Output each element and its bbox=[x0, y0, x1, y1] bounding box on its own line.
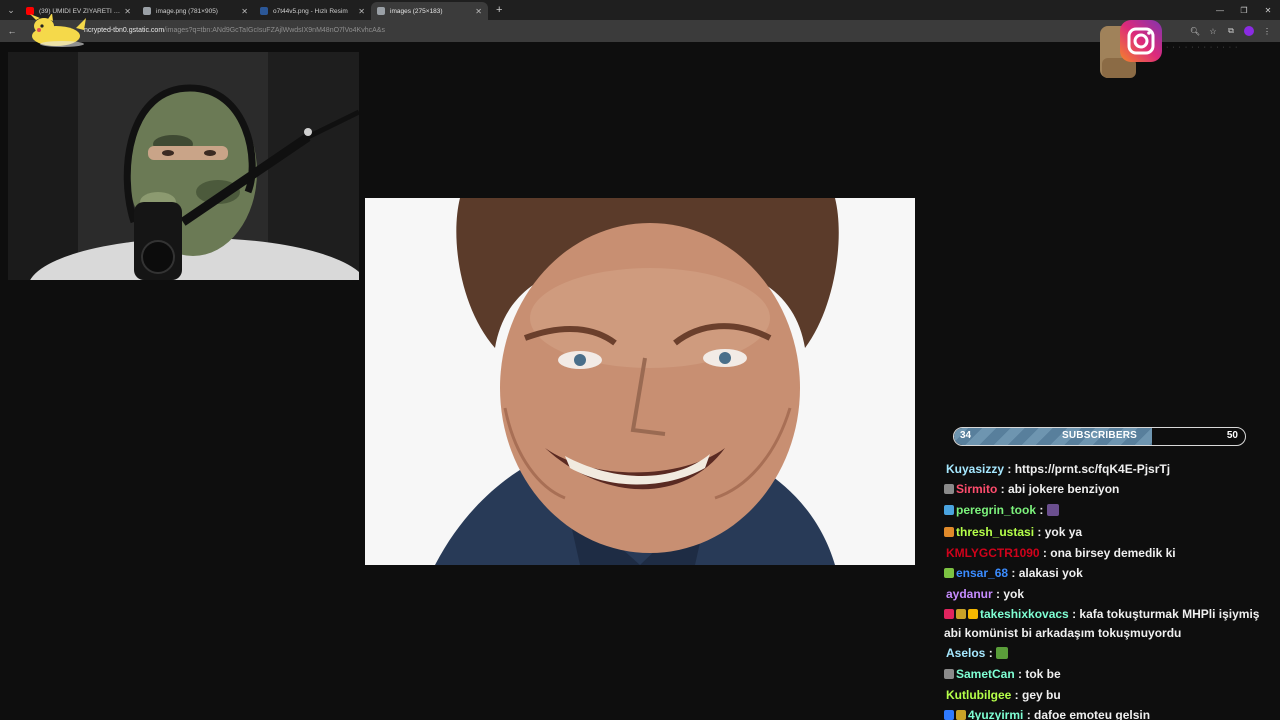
chat-username[interactable]: peregrin_took bbox=[956, 503, 1036, 517]
chat-message: peregrin_took : bbox=[944, 500, 1274, 521]
chat-message: 4yuzyirmi : dafoe emoteu gelsin bbox=[944, 705, 1274, 720]
chat-message: takeshixkovacs : kafa tokuşturmak MHPli … bbox=[944, 604, 1274, 643]
shared-screen-image bbox=[365, 198, 915, 565]
chat-badges bbox=[944, 501, 956, 521]
chat-message: Kuyasizzy : https://prnt.sc/fqK4E-PjsrTj bbox=[944, 459, 1274, 479]
chat-text: : gey bu bbox=[1011, 687, 1061, 702]
chat-text: : bbox=[1036, 503, 1047, 518]
minimize-icon[interactable]: — bbox=[1208, 0, 1232, 20]
chat-message: Kutlubilgee : gey bu bbox=[944, 685, 1274, 705]
instagram-overlay bbox=[1100, 20, 1162, 78]
tab-title: o7t44v5.png - Hızlı Resim bbox=[273, 7, 348, 15]
subscriber-goal-current: 34 bbox=[960, 430, 972, 441]
emote-icon bbox=[1046, 504, 1059, 517]
chat-message: KMLYGCTR1090 : ona birsey demedik ki bbox=[944, 543, 1274, 563]
instagram-handle: · · · · · · · · · · · · bbox=[1166, 44, 1239, 51]
browser-toolbar: ← ncrypted-tbn0.gstatic.com/images?q=tbn… bbox=[0, 20, 1280, 42]
pikachu-overlay bbox=[30, 14, 86, 47]
badge-icon bbox=[944, 526, 954, 537]
tab-close-icon[interactable]: ✕ bbox=[475, 7, 482, 16]
tab-favicon-icon bbox=[143, 7, 151, 15]
tab-favicon-icon bbox=[260, 7, 268, 15]
address-bar[interactable]: ncrypted-tbn0.gstatic.com/images?q=tbn:A… bbox=[84, 24, 1164, 38]
browser-tabstrip: ⌄ (39) ÜMİDİ EV ZİYARETİ - YouTube✕image… bbox=[0, 0, 1280, 20]
badge-icon bbox=[956, 609, 966, 620]
smiling-man-photo bbox=[365, 198, 915, 565]
chat-text: : tok be bbox=[1014, 666, 1061, 681]
subscriber-goal-target: 50 bbox=[1226, 430, 1238, 441]
webcam-feed bbox=[8, 52, 359, 280]
chat-username[interactable]: SametCan bbox=[956, 667, 1015, 681]
chat-panel: Kuyasizzy : https://prnt.sc/fqK4E-PjsrTj… bbox=[944, 459, 1274, 720]
url-path: /images?q=tbn:ANd9GcTaIGcIsuFZAjlWwdsIX9… bbox=[164, 27, 385, 34]
chat-badges bbox=[944, 480, 956, 500]
subscriber-goal-label: SUBSCRIBERS bbox=[1062, 430, 1137, 441]
badge-icon bbox=[944, 484, 954, 495]
extensions-icon[interactable]: ⧉ bbox=[1226, 24, 1236, 38]
badge-icon bbox=[956, 710, 966, 720]
browser-tab[interactable]: images (275×183) ✕ bbox=[371, 2, 488, 20]
chat-text: : yok ya bbox=[1034, 524, 1083, 539]
chat-text: : dafoe emoteu gelsin bbox=[1023, 708, 1151, 720]
bookmark-star-icon[interactable]: ☆ bbox=[1208, 24, 1218, 38]
url-host: ncrypted-tbn0.gstatic.com bbox=[84, 27, 165, 34]
chat-username[interactable]: thresh_ustasi bbox=[956, 525, 1034, 539]
browser-tab[interactable]: image.png (781×905) ✕ bbox=[137, 2, 254, 20]
chat-message: aydanur : yok bbox=[944, 584, 1274, 604]
tab-title: image.png (781×905) bbox=[156, 7, 218, 15]
tab-favicon-icon bbox=[377, 7, 385, 15]
chat-badges bbox=[944, 665, 956, 685]
new-tab-button[interactable]: + bbox=[496, 4, 502, 16]
chat-username[interactable]: 4yuzyirmi bbox=[968, 708, 1023, 720]
tab-title: images (275×183) bbox=[390, 7, 443, 15]
browser-tab[interactable]: o7t44v5.png - Hızlı Resim ✕ bbox=[254, 2, 371, 20]
zoom-icon[interactable]: 🔍︎ bbox=[1190, 24, 1200, 38]
streamer-camera-image bbox=[8, 52, 359, 280]
badge-icon bbox=[944, 710, 954, 720]
chat-username[interactable]: Aselos bbox=[946, 646, 985, 660]
emote-icon bbox=[996, 647, 1009, 660]
chat-text: : abi jokere benziyon bbox=[997, 482, 1120, 497]
badge-icon bbox=[944, 668, 954, 679]
chat-username[interactable]: aydanur bbox=[946, 587, 993, 601]
chat-message: Aselos : bbox=[944, 643, 1274, 663]
badge-icon bbox=[944, 568, 954, 579]
chat-username[interactable]: Sirmito bbox=[956, 482, 997, 496]
chat-text: : alakasi yok bbox=[1008, 566, 1083, 581]
tab-close-icon[interactable]: ✕ bbox=[241, 7, 248, 16]
chevron-down-icon[interactable]: ⌄ bbox=[2, 2, 20, 18]
close-window-icon[interactable]: ✕ bbox=[1256, 0, 1280, 20]
chat-username[interactable]: KMLYGCTR1090 bbox=[946, 546, 1040, 560]
chat-username[interactable]: takeshixkovacs bbox=[980, 607, 1069, 621]
chat-text: : bbox=[985, 646, 997, 661]
chat-badges bbox=[944, 523, 956, 543]
badge-icon bbox=[944, 609, 954, 620]
chat-text: : ona birsey demedik ki bbox=[1039, 545, 1176, 560]
more-menu-icon[interactable]: ⋮ bbox=[1262, 24, 1272, 38]
restore-icon[interactable]: ❐ bbox=[1232, 0, 1256, 20]
chat-username[interactable]: Kuyasizzy bbox=[946, 462, 1004, 476]
chat-message: SametCan : tok be bbox=[944, 664, 1274, 685]
tab-close-icon[interactable]: ✕ bbox=[124, 7, 131, 16]
chat-message: thresh_ustasi : yok ya bbox=[944, 522, 1274, 543]
tab-close-icon[interactable]: ✕ bbox=[358, 7, 365, 16]
stream-screen: ⌄ (39) ÜMİDİ EV ZİYARETİ - YouTube✕image… bbox=[0, 0, 1280, 720]
profile-avatar[interactable] bbox=[1244, 26, 1254, 36]
back-icon[interactable]: ← bbox=[2, 26, 22, 36]
chat-badges bbox=[944, 606, 980, 624]
chat-message: ensar_68 : alakasi yok bbox=[944, 563, 1274, 584]
chat-username[interactable]: ensar_68 bbox=[956, 566, 1008, 580]
chat-badges bbox=[944, 706, 968, 720]
chat-text: : https://prnt.sc/fqK4E-PjsrTj bbox=[1004, 462, 1171, 476]
chat-message: Sirmito : abi jokere benziyon bbox=[944, 479, 1274, 500]
subscriber-goal-bar: SUBSCRIBERS 34 50 bbox=[953, 427, 1246, 446]
badge-icon bbox=[968, 609, 978, 620]
chat-text: : yok bbox=[992, 587, 1025, 602]
badge-icon bbox=[944, 505, 954, 516]
chat-badges bbox=[944, 564, 956, 584]
chat-username[interactable]: Kutlubilgee bbox=[946, 688, 1011, 702]
